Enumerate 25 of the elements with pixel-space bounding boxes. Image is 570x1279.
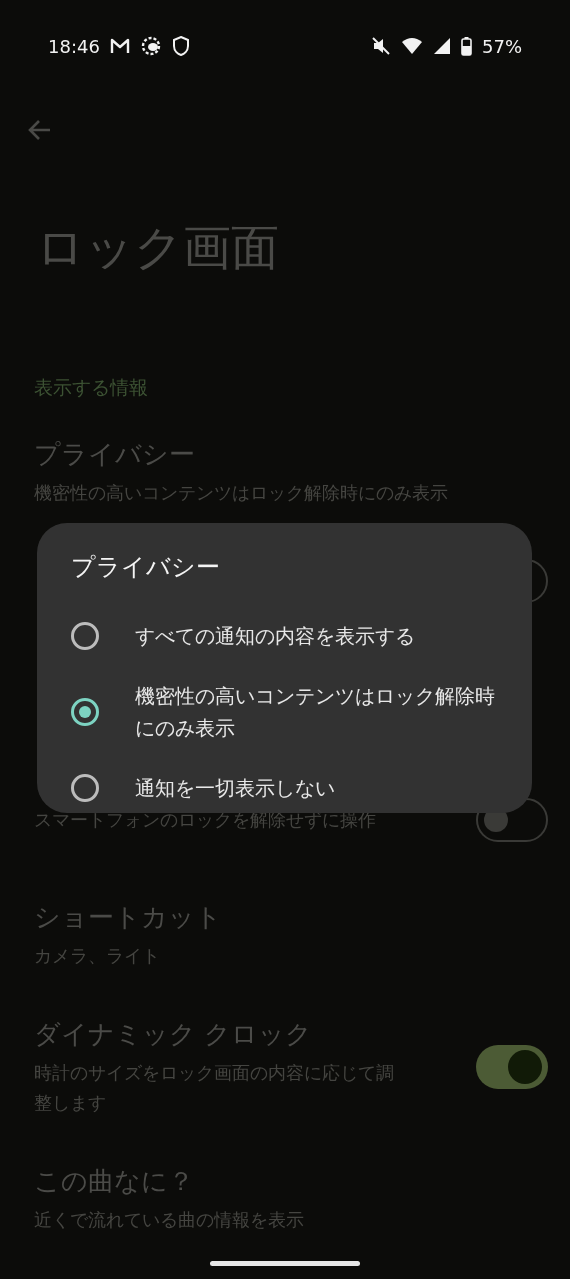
battery-percent: 57% — [482, 35, 522, 57]
page-title: ロック画面 — [35, 218, 280, 277]
setting-title[interactable]: この曲なに？ — [34, 1163, 534, 1199]
signal-icon — [433, 37, 451, 55]
weather-icon — [139, 35, 162, 57]
section-header: 表示する情報 — [33, 375, 149, 400]
setting-title[interactable]: ショートカット — [34, 899, 534, 935]
battery-icon — [461, 36, 472, 56]
setting-title[interactable]: プライバシー — [34, 436, 534, 472]
mute-icon — [371, 36, 391, 56]
option-label[interactable]: 機密性の高いコンテンツはロック解除時にのみ表示 — [135, 680, 495, 744]
radio-button[interactable] — [71, 622, 99, 650]
mail-icon — [109, 38, 130, 54]
dialog-title: プライバシー — [71, 552, 221, 583]
shield-icon — [171, 36, 190, 56]
setting-description: カメラ、ライト — [34, 944, 161, 968]
setting-description: 近くで流れている曲の情報を表示 — [34, 1208, 305, 1232]
status-time: 18:46 — [48, 35, 100, 57]
toggle-switch[interactable] — [476, 1045, 548, 1089]
radio-button[interactable] — [71, 698, 99, 726]
radio-button[interactable] — [71, 774, 99, 802]
wifi-icon — [401, 37, 423, 55]
option-label[interactable]: 通知を一切表示しない — [135, 772, 335, 804]
option-label[interactable]: すべての通知の内容を表示する — [135, 620, 415, 652]
setting-title[interactable]: ダイナミック クロック — [34, 1016, 396, 1052]
